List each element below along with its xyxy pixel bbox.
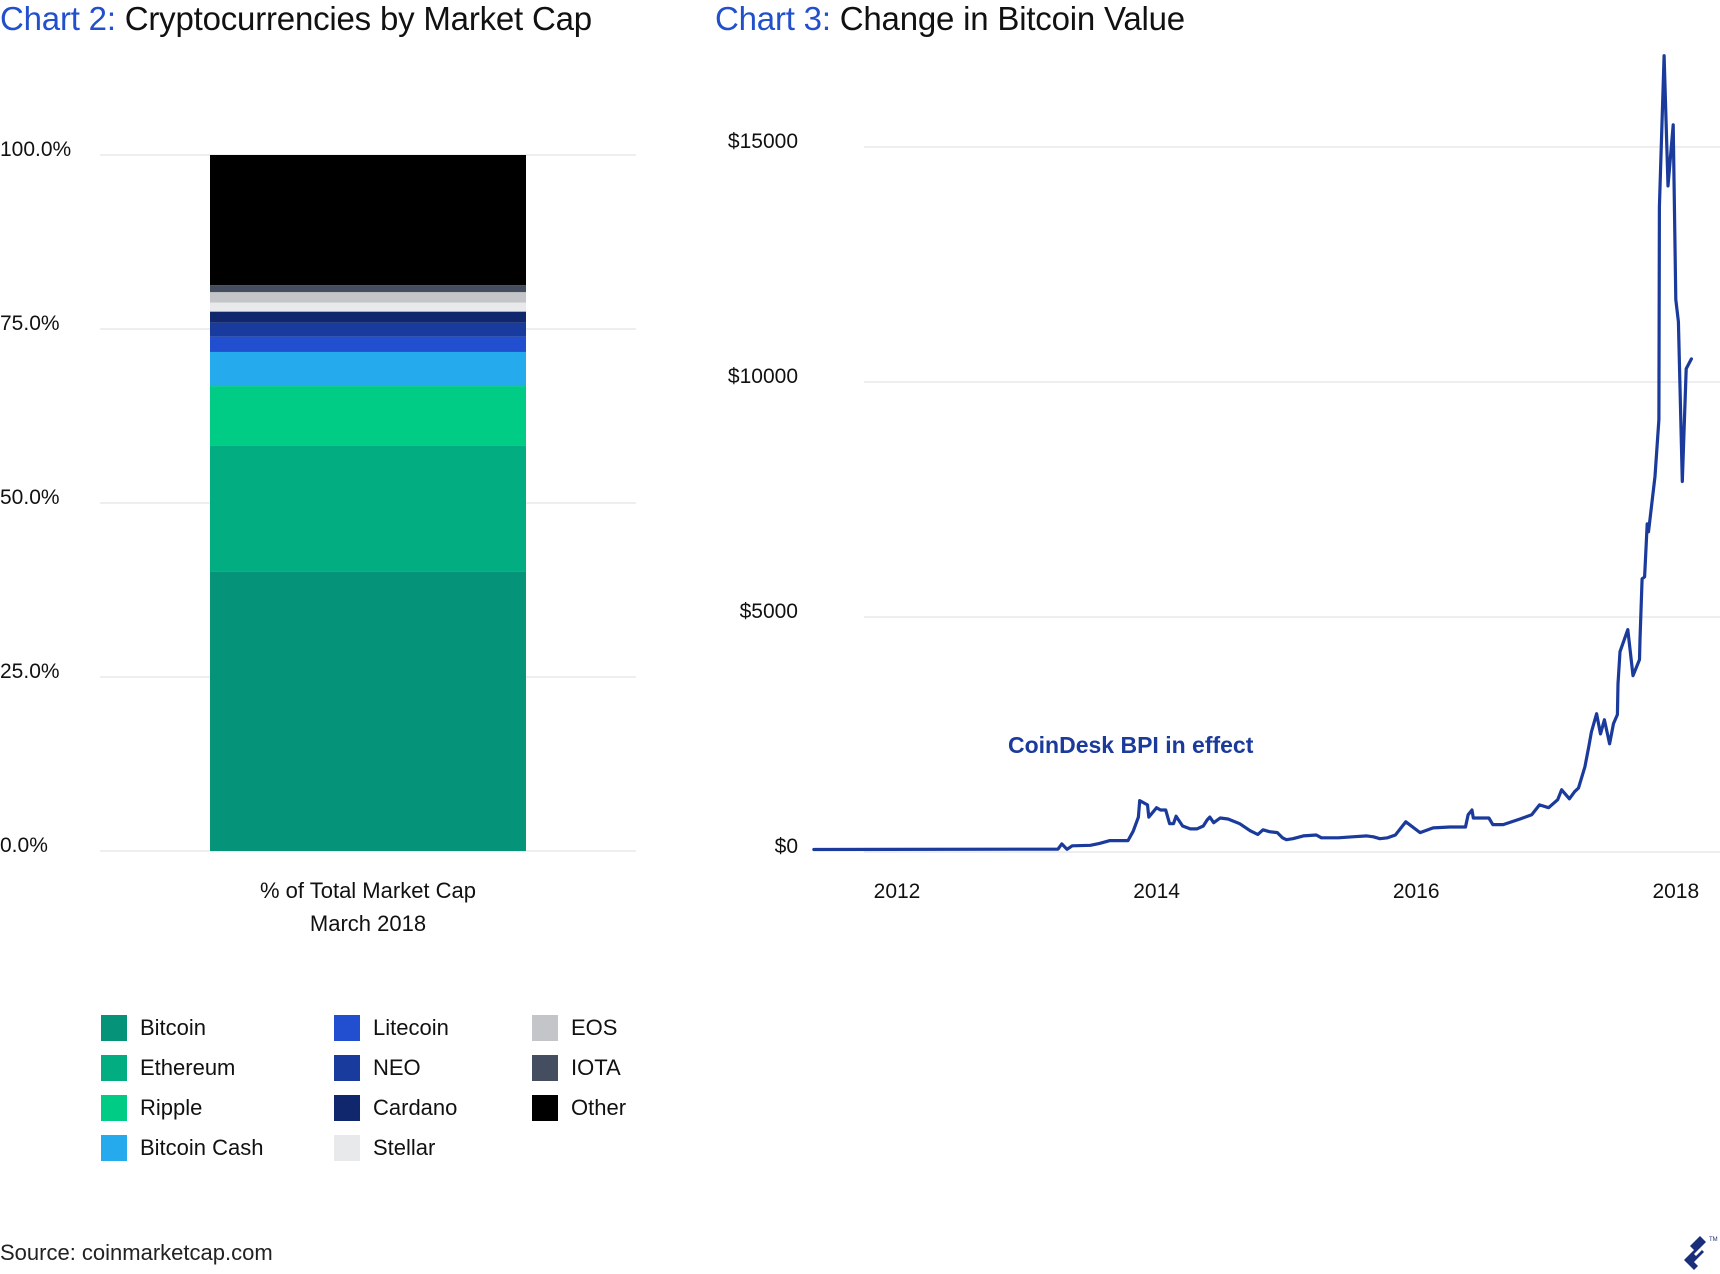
legend-swatch	[532, 1015, 558, 1041]
bar-segment-litecoin	[210, 336, 526, 352]
legend-label: NEO	[373, 1055, 421, 1080]
line-x-tick-label: 2012	[874, 880, 921, 903]
charts-canvas: 0.0%25.0%50.0%75.0%100.0% $0$5000$10000$…	[0, 54, 1720, 903]
line-chart-y-ticks: $0 $5000 $10000 $15000	[728, 130, 798, 858]
legend-label: Bitcoin Cash	[140, 1135, 264, 1160]
bar-segment-eos	[210, 292, 526, 303]
bar-segment-neo	[210, 322, 526, 337]
legend-item-stellar: Stellar	[334, 1135, 435, 1161]
legend-item-bitcoin-cash: Bitcoin Cash	[101, 1135, 264, 1161]
legend-swatch	[101, 1135, 127, 1161]
bar-y-tick-label: 0.0%	[0, 834, 48, 857]
legend-item-cardano: Cardano	[334, 1095, 457, 1121]
legend-swatch	[334, 1095, 360, 1121]
bar-y-tick-label: 75.0%	[0, 312, 60, 335]
legend-item-bitcoin: Bitcoin	[101, 1015, 206, 1041]
line-x-tick-label: 2014	[1133, 880, 1180, 903]
bar-segment-bitcoin-cash	[210, 351, 526, 387]
bar-segment-stellar	[210, 302, 526, 312]
legend-item-ethereum: Ethereum	[101, 1055, 235, 1081]
legend-label: Other	[571, 1095, 627, 1120]
legend-label: Cardano	[373, 1095, 458, 1120]
legend-label: Litecoin	[373, 1015, 449, 1040]
legend-swatch	[101, 1055, 127, 1081]
legend-swatch	[334, 1135, 360, 1161]
toptal-logo-icon: TM	[1684, 1236, 1718, 1270]
legend-label: IOTA	[571, 1055, 621, 1080]
bar-segment-bitcoin	[210, 571, 526, 851]
legend-swatch	[334, 1055, 360, 1081]
line-chart-grid	[864, 146, 1720, 853]
bar-y-tick-label: 50.0%	[0, 486, 60, 509]
bar-segment-ripple	[210, 386, 526, 446]
legend-label: Ripple	[140, 1095, 203, 1120]
svg-text:TM: TM	[1709, 1237, 1718, 1243]
line-chart-series	[812, 54, 1693, 852]
legend-item-neo: NEO	[334, 1055, 421, 1081]
legend-label: EOS	[571, 1015, 618, 1040]
line-chart-x-ticks: 2012 2014 2016 2018	[874, 880, 1700, 903]
legend-item-other: Other	[532, 1095, 626, 1121]
legend-swatch	[532, 1055, 558, 1081]
legend-item-litecoin: Litecoin	[334, 1015, 449, 1041]
bar-x-label-line2: March 2018	[309, 911, 427, 936]
bar-y-tick-label: 100.0%	[0, 138, 71, 161]
legend-swatch	[101, 1015, 127, 1041]
source-note: Source: coinmarketcap.com	[0, 1240, 273, 1265]
bar-y-tick-label: 25.0%	[0, 660, 60, 683]
bar-x-label-line1: % of Total Market Cap	[259, 878, 477, 903]
line-x-tick-label: 2016	[1393, 880, 1440, 903]
bitcoin-price-line	[812, 54, 1693, 852]
line-x-tick-label: 2018	[1652, 880, 1699, 903]
coindesk-annotation: CoinDesk BPI in effect	[1008, 732, 1254, 758]
stacked-bar	[210, 155, 526, 851]
line-y-tick-label: $10000	[728, 365, 798, 388]
legend-label: Bitcoin	[140, 1015, 207, 1040]
legend-label: Stellar	[373, 1135, 436, 1160]
bar-segment-iota	[210, 285, 526, 293]
bar-segment-ethereum	[210, 445, 526, 572]
legend-item-iota: IOTA	[532, 1055, 621, 1081]
line-y-tick-label: $15000	[728, 130, 798, 153]
legend-item-eos: EOS	[532, 1015, 617, 1041]
legend-item-ripple: Ripple	[101, 1095, 202, 1121]
legend-swatch	[101, 1095, 127, 1121]
legend-swatch	[334, 1015, 360, 1041]
bar-segment-other	[210, 155, 526, 286]
line-y-tick-label: $0	[775, 835, 798, 858]
legend-label: Ethereum	[140, 1055, 236, 1080]
line-y-tick-label: $5000	[740, 600, 798, 623]
bar-chart-y-ticks: 0.0% 25.0% 50.0% 75.0% 100.0%	[0, 138, 71, 857]
legend-swatch	[532, 1095, 558, 1121]
bar-segment-cardano	[210, 311, 526, 323]
